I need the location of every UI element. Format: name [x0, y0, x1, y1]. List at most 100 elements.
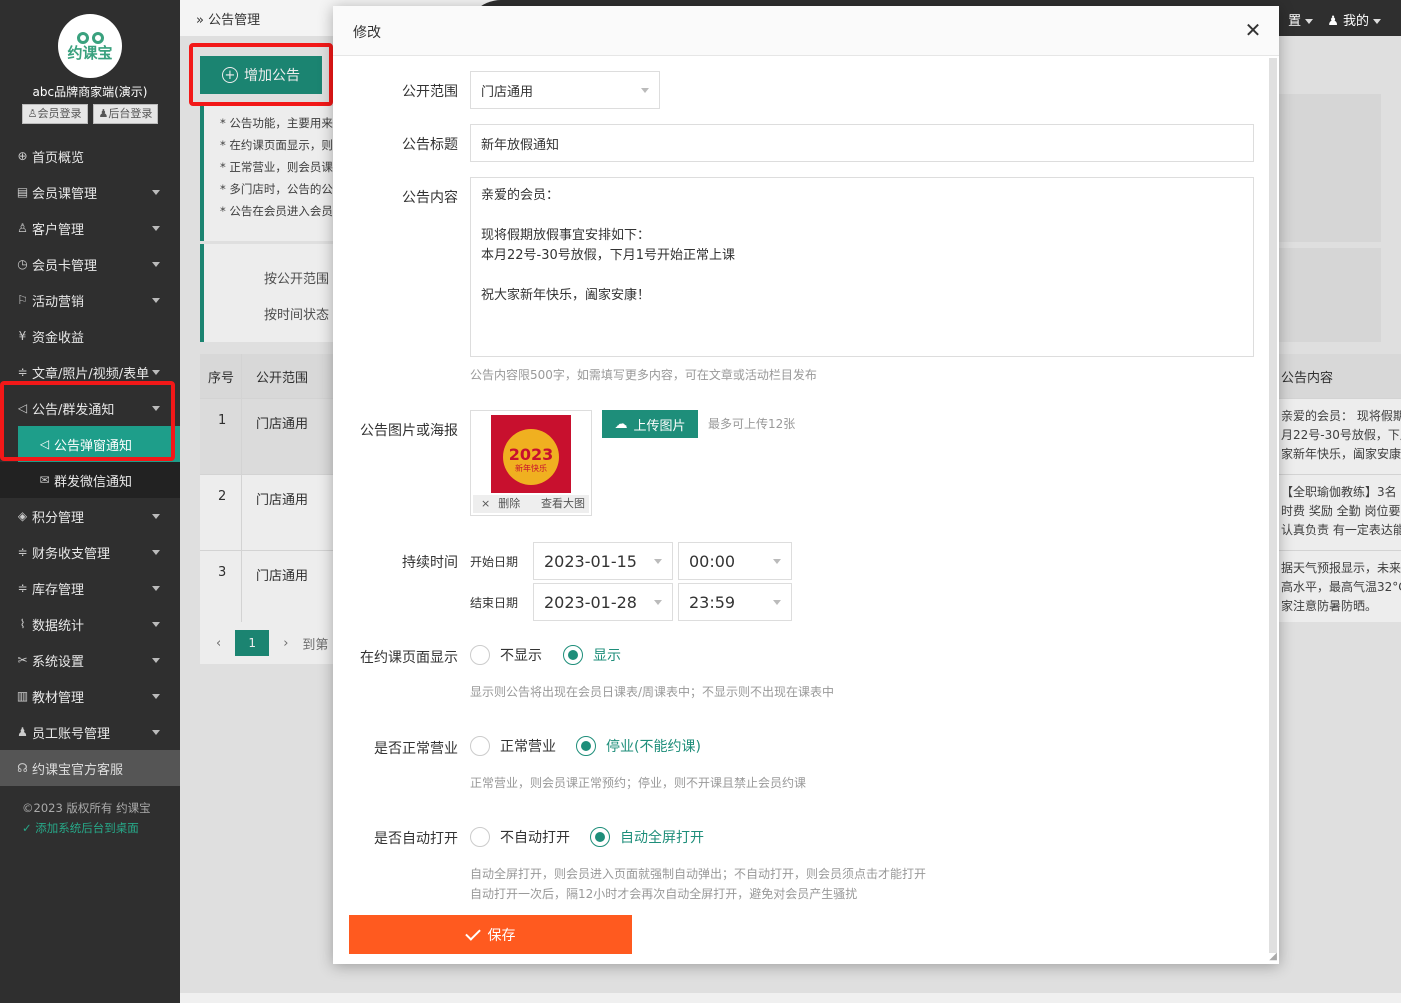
view-large-button[interactable]: 查看大图	[537, 495, 589, 513]
upload-image-button[interactable]: ☁ 上传图片	[602, 410, 698, 438]
start-date-label: 开始日期	[470, 555, 519, 569]
edit-modal: 修改 ✕ 公开范围 门店通用 公告标题 新年放假通知 公告内容 亲爱的会员： 现…	[333, 6, 1279, 964]
pulse-icon: ⌇	[19, 617, 26, 631]
flag-icon: ⚐	[17, 293, 28, 307]
chevron-down-icon	[152, 586, 160, 591]
title-input[interactable]: 新年放假通知	[470, 124, 1254, 162]
business-stop-radio[interactable]: 停业(不能约课)	[576, 736, 701, 756]
chevron-down-icon	[773, 600, 781, 605]
highlight-announcement-menu	[0, 381, 175, 461]
breadcrumb: » 公告管理	[196, 13, 261, 28]
business-label: 是否正常营业	[374, 741, 458, 757]
start-date-select[interactable]: 2023-01-15	[533, 542, 673, 580]
sidebar-item-service[interactable]: ☊ 约课宝官方客服	[0, 750, 180, 786]
sidebar-item-customers[interactable]: ♙ 客户管理	[0, 210, 180, 246]
delete-image-button[interactable]: × 删除	[473, 495, 528, 513]
sidebar-item-home[interactable]: ⊕ 首页概览	[0, 138, 180, 174]
sliders-icon: ≑	[17, 581, 28, 595]
tools-icon: ✂	[17, 653, 28, 667]
member-login-button[interactable]: ♙会员登录	[21, 104, 88, 124]
copyright-text: ©2023 版权所有 约课宝	[22, 801, 151, 815]
check-icon	[464, 924, 481, 941]
chevron-down-icon	[152, 694, 160, 699]
content-hint: 公告内容限500字，如需填写更多内容，可在文章或活动栏目发布	[470, 368, 817, 382]
content-label: 公告内容	[402, 190, 458, 206]
resize-handle[interactable]: ◢	[1269, 951, 1277, 962]
image-label: 公告图片或海报	[360, 423, 458, 439]
chevron-down-icon	[152, 730, 160, 735]
user-icon: ♙	[17, 221, 28, 235]
shop-name: abc品牌商家端(演示)	[32, 85, 148, 99]
admin-login-button[interactable]: ♟后台登录	[92, 104, 159, 124]
show-no-radio[interactable]: 不显示	[470, 645, 542, 665]
radio-checked-icon	[576, 736, 596, 756]
diamond-icon: ◈	[17, 509, 28, 523]
auto-hint-2: 自动打开一次后，隔12小时才会再次自动全屏打开，避免对会员产生骚扰	[470, 887, 858, 901]
sidebar-item-inventory[interactable]: ≑ 库存管理	[0, 570, 180, 606]
sidebar-item-marketing[interactable]: ⚐ 活动营销	[0, 282, 180, 318]
chevron-down-icon	[152, 370, 160, 375]
chevron-down-icon	[152, 550, 160, 555]
highlight-add-button	[189, 43, 333, 106]
end-time-select[interactable]: 23:59	[678, 583, 792, 621]
chevron-down-icon	[152, 514, 160, 519]
chevron-down-icon	[152, 622, 160, 627]
save-button[interactable]: 保存	[349, 915, 632, 954]
sidebar-item-statistics[interactable]: ⌇ 数据统计	[0, 606, 180, 642]
end-date-select[interactable]: 2023-01-28	[533, 583, 673, 621]
sidebar-item-points[interactable]: ◈ 积分管理	[0, 498, 180, 534]
check-circle-icon: ✓	[22, 821, 32, 835]
sidebar-item-finance-income[interactable]: ¥ 资金收益	[0, 318, 180, 354]
person-icon: ♟	[98, 107, 109, 120]
person-icon: ♟	[1327, 14, 1339, 29]
chevron-down-icon	[1373, 19, 1381, 24]
close-icon[interactable]: ✕	[1243, 18, 1263, 42]
sidebar-item-staff[interactable]: ♟ 员工账号管理	[0, 714, 180, 750]
add-to-desktop-link[interactable]: ✓ 添加系统后台到桌面	[22, 818, 180, 838]
my-menu[interactable]: ♟ 我的	[1327, 10, 1381, 29]
chevron-down-icon	[654, 600, 662, 605]
sliders-icon: ≑	[17, 545, 28, 559]
sidebar: 约课宝 abc品牌商家端(演示) ♙会员登录 ♟后台登录 ⊕ 首页概览 ▤ 会员课管…	[0, 0, 180, 1003]
chevron-down-icon	[152, 658, 160, 663]
double-chevron-right-icon: »	[196, 13, 204, 28]
duration-label: 持续时间	[402, 555, 458, 571]
business-hint: 正常营业，则会员课正常预约；停业，则不开课且禁止会员约课	[470, 776, 807, 790]
person-icon: ♟	[17, 725, 28, 739]
sidebar-item-cards[interactable]: ◷ 会员卡管理	[0, 246, 180, 282]
sidebar-item-courses[interactable]: ▤ 会员课管理	[0, 174, 180, 210]
radio-checked-icon	[563, 645, 583, 665]
auto-hint-1: 自动全屏打开，则会员进入页面就强制自动弹出；不自动打开，则会员须点击才能打开	[470, 867, 927, 881]
radio-icon	[470, 736, 490, 756]
sidebar-menu: ⊕ 首页概览 ▤ 会员课管理 ♙ 客户管理 ◷ 会员卡管理 ⚐ 活动营销 ¥ 资金收益 ≑ 文…	[0, 138, 180, 786]
modal-title: 修改	[333, 6, 1279, 56]
sidebar-item-settings[interactable]: ✂ 系统设置	[0, 642, 180, 678]
poster-image: 2023 新年快乐	[491, 415, 571, 493]
sidebar-item-finance[interactable]: ≑ 财务收支管理	[0, 534, 180, 570]
start-time-select[interactable]: 00:00	[678, 542, 792, 580]
sidebar-item-materials[interactable]: ▥ 教材管理	[0, 678, 180, 714]
chevron-down-icon	[152, 190, 160, 195]
globe-icon: ⊕	[17, 149, 28, 163]
scope-select[interactable]: 门店通用	[470, 71, 660, 109]
poster-thumbnail: 2023 新年快乐 × 删除 查看大图	[470, 410, 592, 516]
content-textarea[interactable]: 亲爱的会员： 现将假期放假事宜安排如下： 本月22号-30号放假，下月1号开始正…	[470, 177, 1254, 357]
chevron-down-icon	[152, 226, 160, 231]
auto-no-radio[interactable]: 不自动打开	[470, 827, 570, 847]
sidebar-subitem-wechat-notice[interactable]: ✉ 群发微信通知	[0, 462, 180, 498]
clock-icon: ◷	[17, 257, 28, 271]
chevron-down-icon	[152, 298, 160, 303]
settings-menu[interactable]: 置	[1288, 10, 1314, 29]
business-normal-radio[interactable]: 正常营业	[470, 736, 556, 756]
title-label: 公告标题	[402, 137, 458, 153]
logo-wrap: 约课宝	[0, 0, 180, 78]
chevron-down-icon	[654, 559, 662, 564]
cloud-upload-icon: ☁	[614, 416, 628, 432]
chevron-down-icon	[1305, 19, 1314, 24]
end-date-label: 结束日期	[470, 596, 519, 610]
modal-scrollbar[interactable]	[1269, 58, 1277, 953]
show-label: 在约课页面显示	[360, 650, 458, 666]
auto-yes-radio[interactable]: 自动全屏打开	[590, 827, 704, 847]
show-yes-radio[interactable]: 显示	[563, 645, 621, 665]
close-icon: ×	[481, 497, 491, 510]
